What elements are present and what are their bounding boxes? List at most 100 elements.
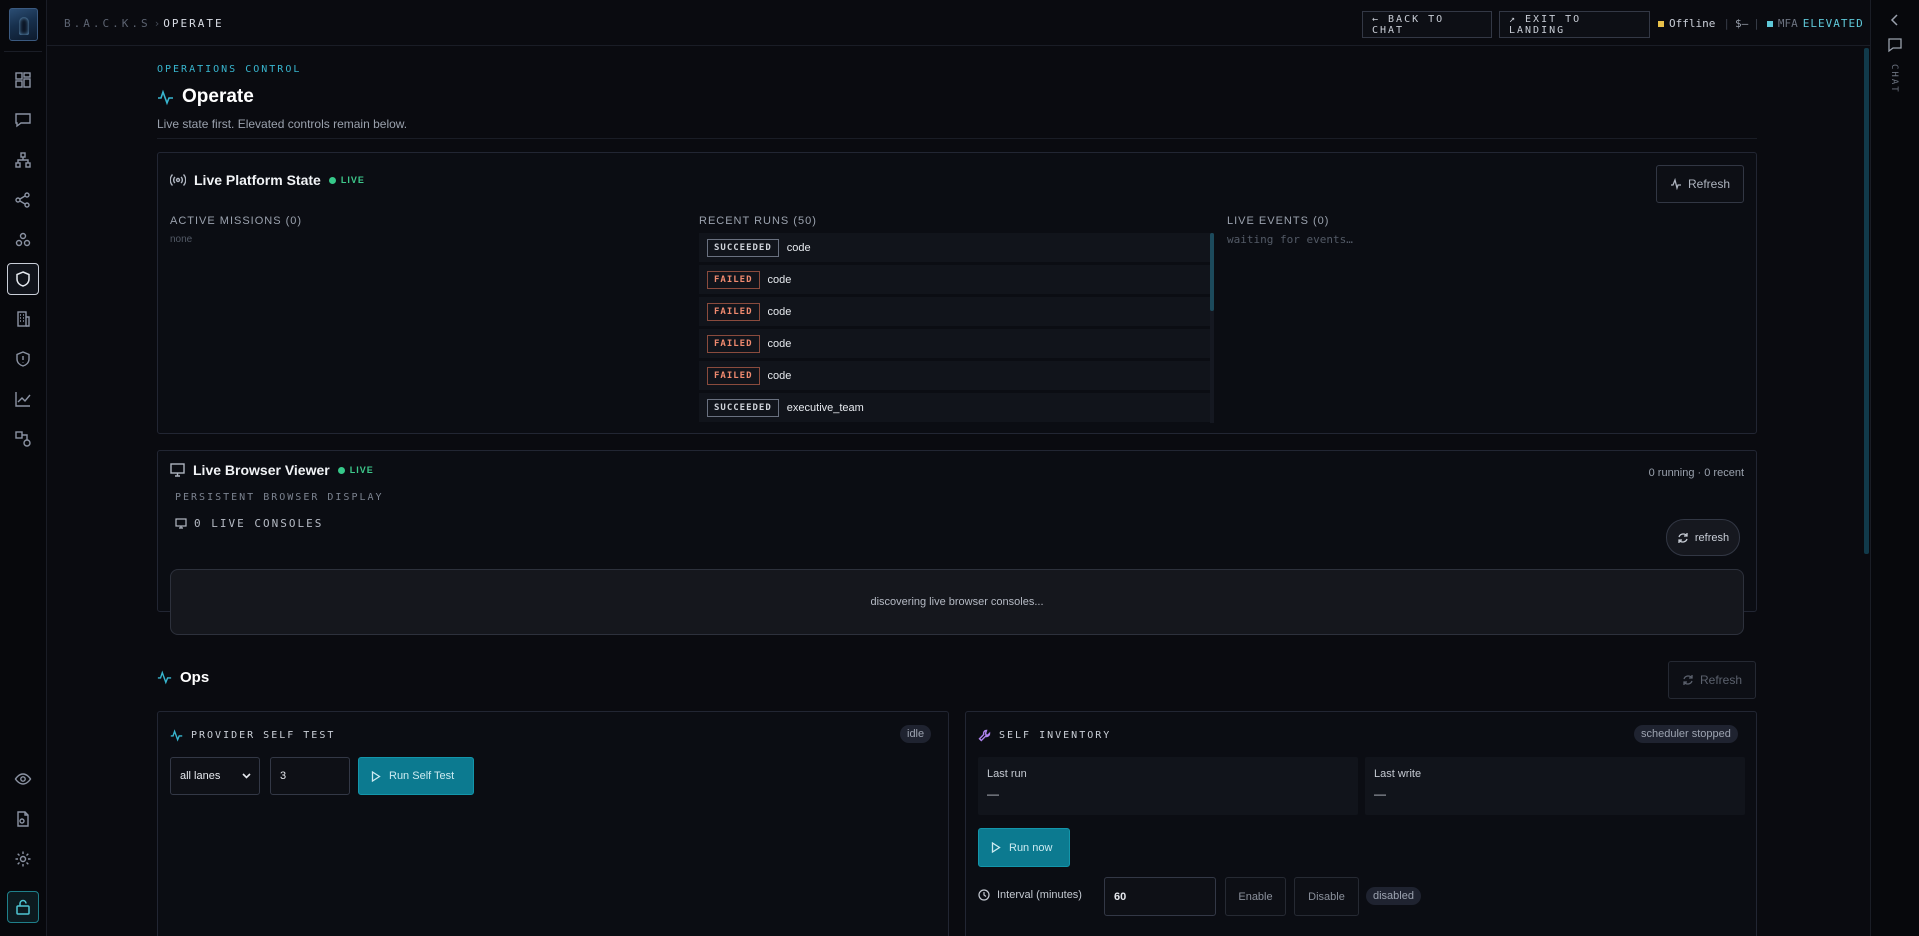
last-run-stat: Last run — (978, 757, 1358, 815)
platform-state-title: Live Platform State LIVE (170, 172, 365, 188)
self-test-count-input[interactable]: 3 (270, 757, 350, 795)
shield-alert-icon[interactable] (7, 343, 39, 375)
ops-refresh-button[interactable]: Refresh (1668, 661, 1756, 699)
live-badge: LIVE (328, 175, 365, 185)
run-status-badge: FAILED (707, 366, 760, 385)
wrench-icon (978, 729, 991, 742)
inventory-state-badge: disabled (1366, 887, 1421, 905)
browser-viewer-title-text: Live Browser Viewer (193, 462, 330, 478)
active-missions-header: ACTIVE MISSIONS (0) (170, 215, 303, 227)
header-divider (157, 138, 1757, 139)
run-name: code (786, 241, 811, 254)
enable-button[interactable]: Enable (1225, 877, 1286, 916)
chat-icon[interactable] (7, 104, 39, 136)
left-rail (0, 0, 47, 936)
self-test-status: idle (900, 725, 932, 743)
run-row[interactable]: SUCCEEDED executive_team (699, 393, 1213, 422)
chat-panel-icon[interactable] (1887, 37, 1903, 53)
breadcrumb-app[interactable]: B.A.C.K.S (64, 17, 151, 30)
exit-to-landing-button[interactable]: ↗ EXIT TO LANDING (1499, 11, 1650, 38)
page-eyebrow: OPERATIONS CONTROL (157, 64, 302, 75)
platform-state-title-text: Live Platform State (194, 172, 321, 188)
interval-label: Interval (minutes) (978, 889, 1082, 901)
right-rail: CHAT (1870, 0, 1919, 936)
last-write-value: — (1374, 787, 1386, 801)
last-write-label: Last write (1374, 768, 1422, 780)
rail-divider (4, 51, 42, 52)
lane-select[interactable]: all lanes (170, 757, 260, 795)
breadcrumb-current: OPERATE (163, 17, 224, 30)
agents-icon[interactable] (7, 224, 39, 256)
eye-icon[interactable] (7, 763, 39, 795)
browser-viewer-title: Live Browser Viewer LIVE (170, 462, 374, 478)
chevron-down-icon (242, 773, 251, 779)
mfa-indicator-icon (1766, 20, 1773, 27)
shield-icon[interactable] (7, 263, 39, 295)
disable-button[interactable]: Disable (1294, 877, 1359, 916)
run-row[interactable]: FAILED code (699, 361, 1213, 390)
runs-scrollbar[interactable] (1210, 233, 1214, 423)
run-row[interactable]: FAILED code (699, 329, 1213, 358)
chat-panel-label[interactable]: CHAT (1889, 64, 1899, 94)
run-status-badge: FAILED (707, 334, 760, 353)
page-title: Operate (157, 86, 254, 108)
run-row[interactable]: FAILED code (699, 297, 1213, 326)
interval-input[interactable]: 60 (1104, 877, 1216, 916)
broadcast-icon (170, 173, 186, 187)
run-status-badge: FAILED (707, 270, 760, 289)
run-name: code (767, 305, 792, 318)
monitor-icon (170, 463, 185, 477)
page-subtitle: Live state first. Elevated controls rema… (157, 117, 408, 131)
page-title-text: Operate (182, 86, 254, 107)
provider-self-test-panel: PROVIDER SELF TEST idle all lanes 3 Run … (157, 711, 949, 936)
app-logo[interactable] (9, 8, 38, 41)
live-badge: LIVE (337, 465, 374, 475)
pulse-icon (170, 729, 183, 742)
file-icon[interactable] (7, 803, 39, 835)
building-icon[interactable] (7, 303, 39, 335)
unlock-icon[interactable] (7, 891, 39, 923)
recent-runs-header: RECENT RUNS (50) (699, 215, 817, 227)
breadcrumb: B.A.C.K.S › OPERATE (64, 17, 224, 30)
run-row[interactable]: FAILED code (699, 265, 1213, 294)
run-name: executive_team (786, 401, 864, 414)
top-bar: B.A.C.K.S › OPERATE ← BACK TO CHAT ↗ EXIT … (47, 0, 1870, 46)
run-status-badge: SUCCEEDED (707, 398, 779, 417)
dashboard-icon[interactable] (7, 64, 39, 96)
self-inventory-panel: SELF INVENTORY scheduler stopped Last ru… (965, 711, 1757, 936)
browser-refresh-button[interactable]: refresh (1666, 519, 1740, 556)
run-row[interactable]: SUCCEEDED code (699, 233, 1213, 262)
hierarchy-icon[interactable] (7, 144, 39, 176)
share-icon[interactable] (7, 184, 39, 216)
self-inventory-title: SELF INVENTORY (978, 729, 1111, 742)
monitor-icon (175, 518, 187, 529)
run-name: code (767, 337, 792, 350)
pulse-icon (157, 89, 174, 106)
collapse-chevron-icon[interactable] (1890, 14, 1900, 26)
platform-refresh-button[interactable]: Refresh (1656, 165, 1744, 203)
back-to-chat-button[interactable]: ← BACK TO CHAT (1362, 11, 1492, 38)
scheduler-status: scheduler stopped (1634, 725, 1738, 743)
clock-icon (978, 889, 990, 901)
browser-counts: 0 running · 0 recent (1648, 467, 1744, 479)
run-name: code (767, 273, 792, 286)
last-run-label: Last run (987, 768, 1027, 780)
play-icon (371, 770, 381, 782)
pulse-icon (157, 670, 172, 685)
live-consoles-count: 0 LIVE CONSOLES (175, 517, 323, 530)
workflow-icon[interactable] (7, 423, 39, 455)
live-browser-viewer-panel: Live Browser Viewer LIVE 0 running · 0 r… (157, 450, 1757, 635)
page-scrollbar[interactable] (1864, 48, 1869, 554)
active-missions-empty: none (170, 234, 193, 245)
chart-icon[interactable] (7, 383, 39, 415)
last-run-value: — (987, 787, 999, 801)
play-icon (991, 842, 1001, 853)
connection-status-text: Offline (1669, 17, 1716, 30)
run-self-test-button[interactable]: Run Self Test (358, 757, 474, 795)
browser-caption: PERSISTENT BROWSER DISPLAY (175, 492, 384, 503)
run-now-button[interactable]: Run now (978, 828, 1070, 867)
browser-console-placeholder: discovering live browser consoles... (170, 569, 1744, 635)
recent-runs-list: SUCCEEDED code FAILED code FAILED code FAILED c… (699, 233, 1213, 423)
settings-icon[interactable] (7, 843, 39, 875)
live-events-empty: waiting for events… (1227, 233, 1353, 246)
